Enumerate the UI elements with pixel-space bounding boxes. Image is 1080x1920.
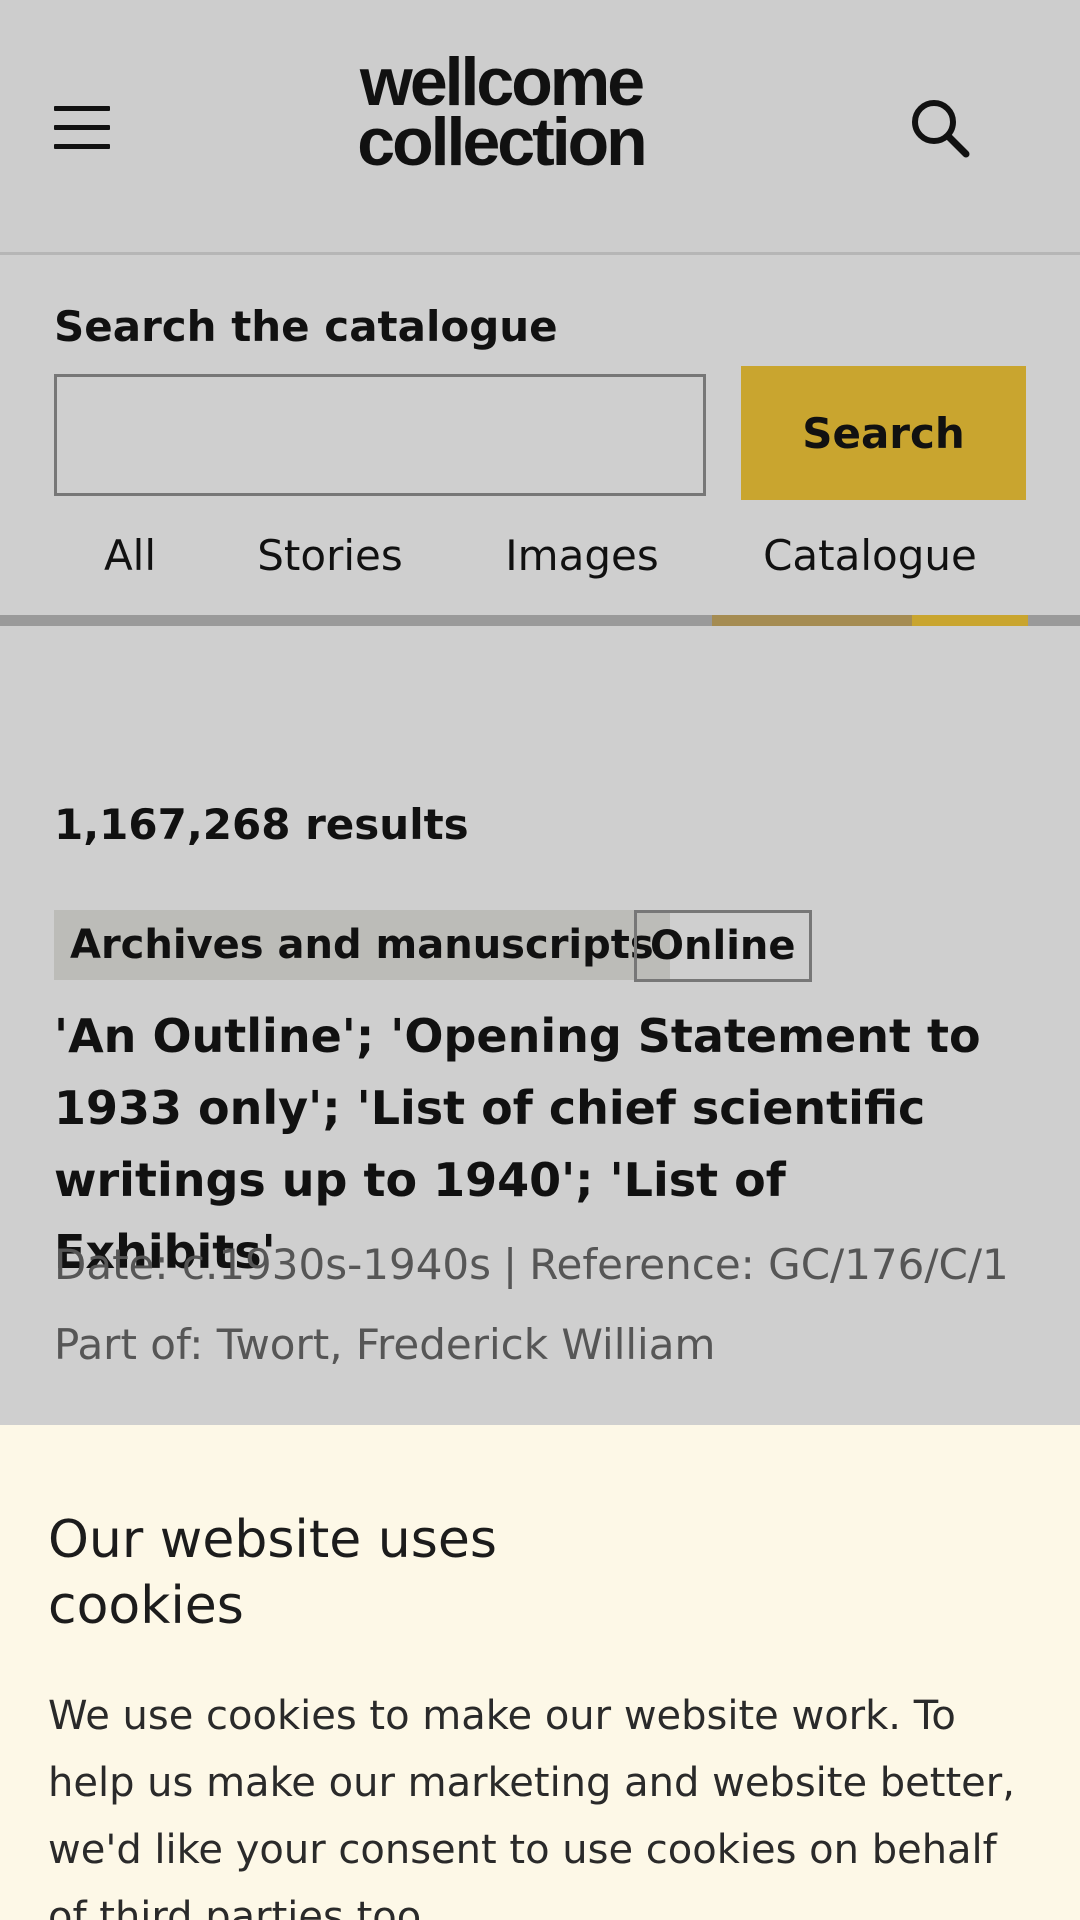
- logo-line-1: wellcome: [359, 44, 645, 120]
- format-badge: Archives and manuscripts: [54, 910, 670, 980]
- results-count: 1,167,268 results: [54, 800, 469, 849]
- cookie-banner: Our website uses cookies We use cookies …: [0, 1425, 1080, 1920]
- result-part-of: Part of: Twort, Frederick William: [54, 1320, 716, 1369]
- tab-images[interactable]: Images: [494, 520, 670, 600]
- search-tabs: All Stories Images Catalogue: [0, 520, 1080, 628]
- online-badge: Online: [634, 910, 812, 982]
- tab-all[interactable]: All: [84, 520, 176, 600]
- search-label: Search the catalogue: [54, 302, 558, 351]
- result-date: Date: c.1930s-1940s: [54, 1240, 492, 1289]
- meta-separator: |: [503, 1240, 518, 1289]
- tab-stories[interactable]: Stories: [242, 520, 418, 600]
- cookie-banner-title: Our website uses cookies: [48, 1510, 497, 1636]
- logo-line-2: collection: [357, 104, 647, 180]
- hamburger-menu-icon[interactable]: [54, 104, 112, 152]
- site-header: wellcome collection: [0, 0, 1080, 255]
- wellcome-collection-logo[interactable]: wellcome collection: [306, 44, 696, 180]
- search-button[interactable]: Search: [741, 366, 1026, 500]
- cookie-banner-text: We use cookies to make our website work.…: [48, 1693, 1015, 1920]
- search-input[interactable]: [54, 374, 706, 496]
- search-icon[interactable]: [904, 92, 974, 162]
- result-meta-line: Date: c.1930s-1940s | Reference: GC/176/C/…: [54, 1240, 1009, 1289]
- tab-active-indicator: [712, 615, 1028, 626]
- result-reference: Reference: GC/176/C/1: [529, 1240, 1009, 1289]
- tab-catalogue[interactable]: Catalogue: [748, 520, 992, 600]
